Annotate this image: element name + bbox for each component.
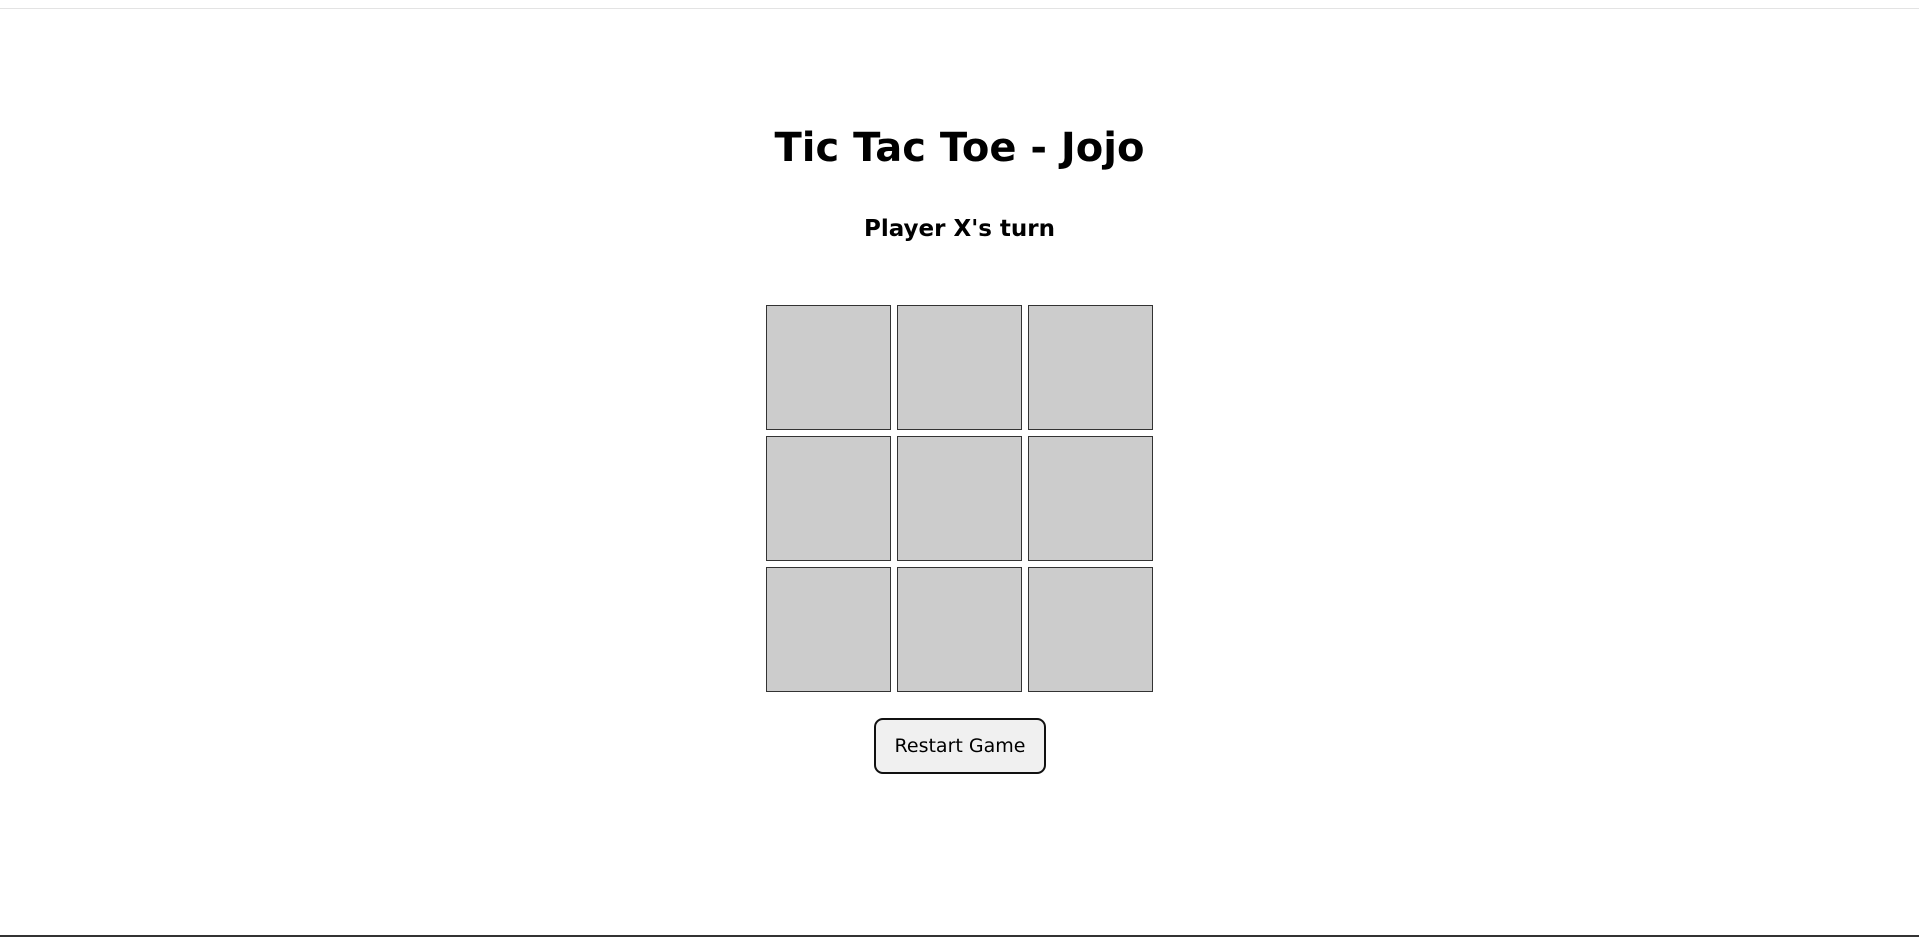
board-cell-r3c1[interactable] bbox=[766, 567, 891, 692]
game-board bbox=[766, 305, 1155, 693]
board-cell-r2c1[interactable] bbox=[766, 436, 891, 561]
board-cell-r3c2[interactable] bbox=[897, 567, 1022, 692]
turn-status: Player X's turn bbox=[863, 216, 1056, 242]
board-cell-r2c3[interactable] bbox=[1028, 436, 1153, 561]
board-cell-r3c3[interactable] bbox=[1028, 567, 1153, 692]
top-divider bbox=[0, 8, 1919, 9]
board-cell-r2c2[interactable] bbox=[897, 436, 1022, 561]
game-title: Tic Tac Toe - Jojo bbox=[774, 125, 1145, 171]
board-cell-r1c3[interactable] bbox=[1028, 305, 1153, 430]
board-cell-r1c2[interactable] bbox=[897, 305, 1022, 430]
game-page: Tic Tac Toe - Jojo Player X's turn Resta… bbox=[0, 0, 1919, 937]
restart-game-button[interactable]: Restart Game bbox=[874, 718, 1046, 774]
board-cell-r1c1[interactable] bbox=[766, 305, 891, 430]
